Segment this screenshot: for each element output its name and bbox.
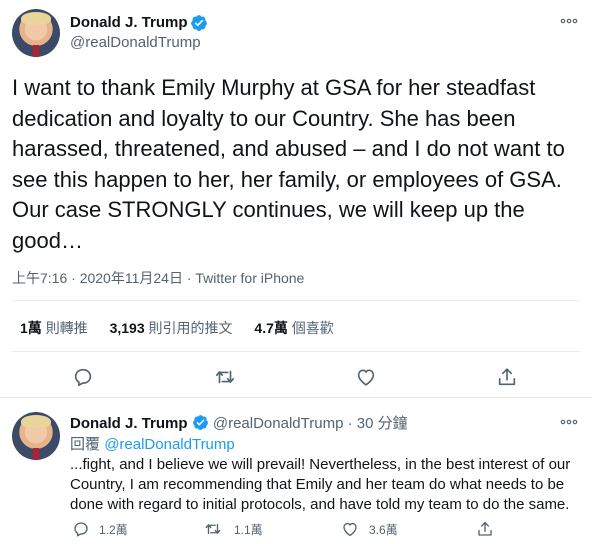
reply-header: Donald J. Trump @realDonaldTrump · 30 分鐘 [70,412,408,433]
quotes-count: 3,193 [109,320,145,336]
avatar[interactable] [12,412,60,460]
reply-tweet-text: ...fight, and I believe we will prevail!… [70,456,571,513]
reply-button[interactable] [72,366,94,388]
like-count: 3.6萬 [369,522,398,537]
tweet-text: I want to thank Emily Murphy at GSA for … [12,75,565,253]
reply-prefix: 回覆 [70,436,101,453]
tweet-date[interactable]: 2020年11月24日 [80,270,183,286]
share-button[interactable] [476,520,494,538]
retweet-button[interactable] [214,366,236,388]
verified-badge-icon [192,415,208,430]
more-icon[interactable] [560,14,578,28]
divider [0,397,592,398]
likes-stat[interactable]: 4.7萬 個喜歡 [254,320,333,336]
divider [12,300,580,301]
author-handle[interactable]: @realDonaldTrump [70,34,201,51]
tweet-stats: 1萬 則轉推 3,193 則引用的推文 4.7萬 個喜歡 [20,318,352,338]
like-icon [343,522,357,537]
like-button[interactable] [355,366,377,388]
reply-to-link[interactable]: @realDonaldTrump [104,436,235,453]
share-icon [498,368,516,386]
quotes-stat[interactable]: 3,193 則引用的推文 [110,320,233,336]
quotes-label: 則引用的推文 [148,320,233,336]
tweet-meta: 上午7:16 · 2020年11月24日 · Twitter for iPhon… [12,268,304,288]
share-icon [478,521,492,536]
tweet-time[interactable]: 上午7:16 [12,270,67,286]
replying-to: 回覆 @realDonaldTrump [70,433,235,454]
author-name[interactable]: Donald J. Trump [70,14,188,31]
divider [12,351,580,352]
meta-separator: · [186,270,192,286]
retweet-icon [215,370,235,384]
reply-icon [74,522,88,537]
likes-label: 個喜歡 [291,320,334,336]
retweet-button[interactable]: 1.1萬 [204,520,263,538]
dot-separator: · [347,415,353,432]
retweets-count: 1萬 [20,320,42,336]
retweets-label: 則轉推 [45,320,88,336]
more-icon[interactable] [560,415,578,429]
reply-button[interactable]: 1.2萬 [72,520,128,538]
meta-separator: · [71,270,76,286]
retweet-count: 1.1萬 [234,522,263,537]
tweet-source[interactable]: Twitter for iPhone [195,270,304,286]
retweet-icon [205,523,221,535]
likes-count: 4.7萬 [254,320,288,336]
reply-icon [74,368,92,387]
retweets-stat[interactable]: 1萬 則轉推 [20,320,88,336]
author-handle[interactable]: @realDonaldTrump [213,415,344,432]
author-name[interactable]: Donald J. Trump [70,415,188,432]
share-button[interactable] [496,366,518,388]
like-icon [357,369,375,386]
avatar[interactable] [12,9,60,57]
reply-count: 1.2萬 [99,522,128,537]
verified-badge-icon [191,15,207,31]
like-button[interactable]: 3.6萬 [341,520,398,538]
time-ago[interactable]: 30 分鐘 [357,415,408,432]
